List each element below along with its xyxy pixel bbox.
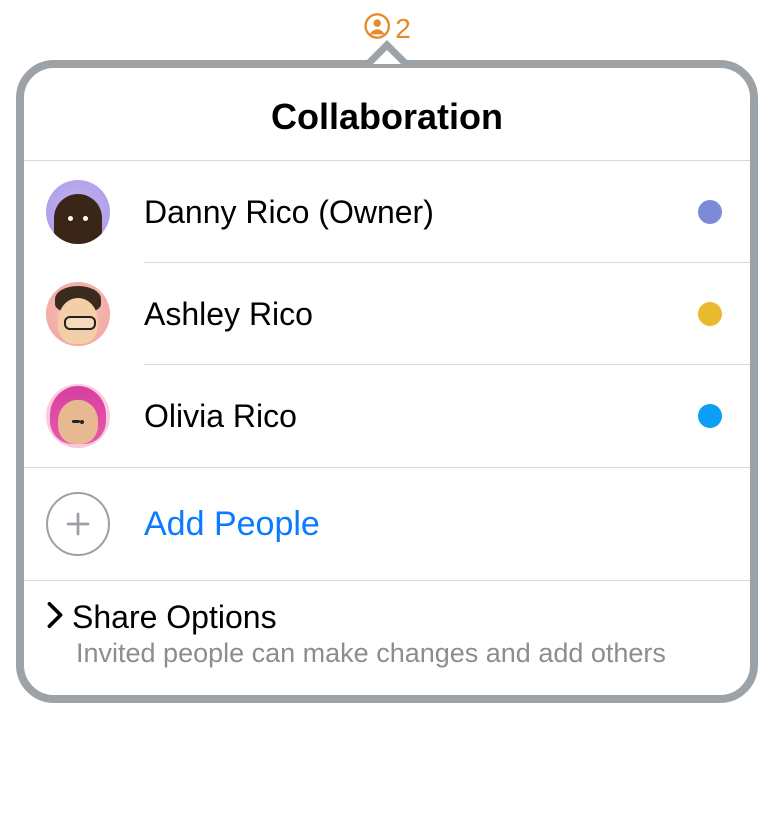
avatar <box>46 384 110 448</box>
add-people-button[interactable]: Add People <box>24 467 750 581</box>
presence-dot <box>698 404 722 428</box>
chevron-right-icon <box>46 601 64 634</box>
presence-dot <box>698 302 722 326</box>
participant-row[interactable]: Danny Rico (Owner) <box>24 161 750 263</box>
collaboration-popover: Collaboration Danny Rico (Owner) Ashley … <box>16 40 758 703</box>
add-people-label: Add People <box>144 505 320 544</box>
participant-name: Olivia Rico <box>144 398 698 435</box>
share-options-subtitle: Invited people can make changes and add … <box>46 638 722 669</box>
participant-row[interactable]: Ashley Rico <box>24 263 750 365</box>
popover-arrow <box>365 40 409 62</box>
popover-title: Collaboration <box>24 68 750 161</box>
avatar <box>46 180 110 244</box>
share-options-title: Share Options <box>72 599 277 636</box>
plus-icon <box>46 492 110 556</box>
presence-dot <box>698 200 722 224</box>
share-options-button[interactable]: Share Options Invited people can make ch… <box>24 581 750 695</box>
participant-name: Ashley Rico <box>144 296 698 333</box>
participant-row[interactable]: Olivia Rico <box>24 365 750 467</box>
avatar <box>46 282 110 346</box>
participants-list: Danny Rico (Owner) Ashley Rico Olivia Ri… <box>24 161 750 467</box>
participant-name: Danny Rico (Owner) <box>144 194 698 231</box>
